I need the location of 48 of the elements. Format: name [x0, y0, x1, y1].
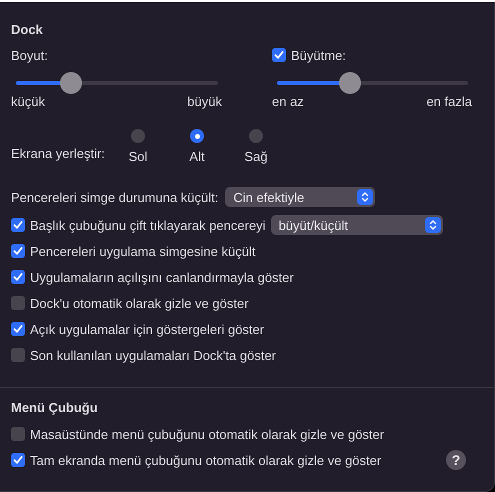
slider[interactable]: [277, 72, 468, 94]
checkbox[interactable]: [11, 244, 25, 258]
popup-button[interactable]: büyüt/küçült: [270, 215, 443, 235]
checkbox[interactable]: [11, 348, 25, 362]
checkbox-label: Dock'u otomatik olarak gizle ve göster: [30, 296, 249, 310]
checkbox-label: Büyütme:: [291, 48, 346, 62]
checkmark-icon: [13, 246, 23, 256]
checkmark-icon: [13, 455, 23, 465]
max-label: büyük: [187, 94, 222, 109]
section-title: Dock: [11, 22, 43, 37]
popup-label: Pencereleri simge durumuna küçült:: [11, 190, 218, 204]
checkbox[interactable]: [11, 218, 25, 232]
min-label: küçük: [11, 94, 45, 109]
slider-thumb[interactable]: [60, 72, 82, 94]
checkbox-label: Pencereleri uygulama simgesine küçült: [30, 244, 256, 258]
checkbox[interactable]: [11, 296, 25, 310]
radio-button[interactable]: [190, 129, 204, 143]
checkbox-label: Başlık çubuğunu çift tıklayarak pencereyi: [30, 218, 266, 232]
checkbox-label: Açık uygulamalar için göstergeleri göster: [30, 322, 264, 336]
checkmark-icon: [13, 324, 23, 334]
chevron-icon: [424, 217, 441, 233]
checkbox[interactable]: [11, 427, 25, 441]
checkbox-label: Son kullanılan uygulamaları Dock'ta göster: [30, 348, 276, 362]
min-label: en az: [272, 94, 304, 109]
checkbox-label: Uygulamaların açılışını canlandırmayla göster: [30, 270, 294, 284]
checkbox-label: Masaüstünde menü çubuğunu otomatik olarak gizle ve göster: [30, 426, 384, 442]
checkbox[interactable]: [11, 270, 25, 284]
checkbox[interactable]: [272, 48, 286, 62]
slider[interactable]: [16, 72, 218, 94]
checkmark-icon: [13, 272, 23, 282]
radio-label: Alt: [189, 149, 205, 164]
radio-group-label: Ekrana yerleştir:: [11, 146, 106, 161]
radio-label: Sağ: [244, 149, 268, 164]
checkmark-icon: [274, 50, 284, 60]
max-label: en fazla: [426, 94, 472, 109]
checkbox[interactable]: [11, 453, 25, 467]
section-title: Menü Çubuğu: [11, 400, 98, 415]
slider-thumb[interactable]: [338, 72, 361, 94]
help-button[interactable]: ?: [446, 450, 466, 470]
slider-label: Boyut:: [11, 48, 48, 62]
radio-button[interactable]: [249, 129, 263, 143]
checkbox[interactable]: [11, 322, 25, 336]
popup-button[interactable]: Cin efektiyle: [225, 187, 376, 207]
checkmark-icon: [13, 220, 23, 230]
radio-button[interactable]: [131, 129, 145, 143]
chevron-icon: [357, 189, 374, 205]
radio-label: Sol: [128, 149, 148, 164]
checkbox-label: Tam ekranda menü çubuğunu otomatik olarak gizle ve göster: [30, 452, 382, 468]
